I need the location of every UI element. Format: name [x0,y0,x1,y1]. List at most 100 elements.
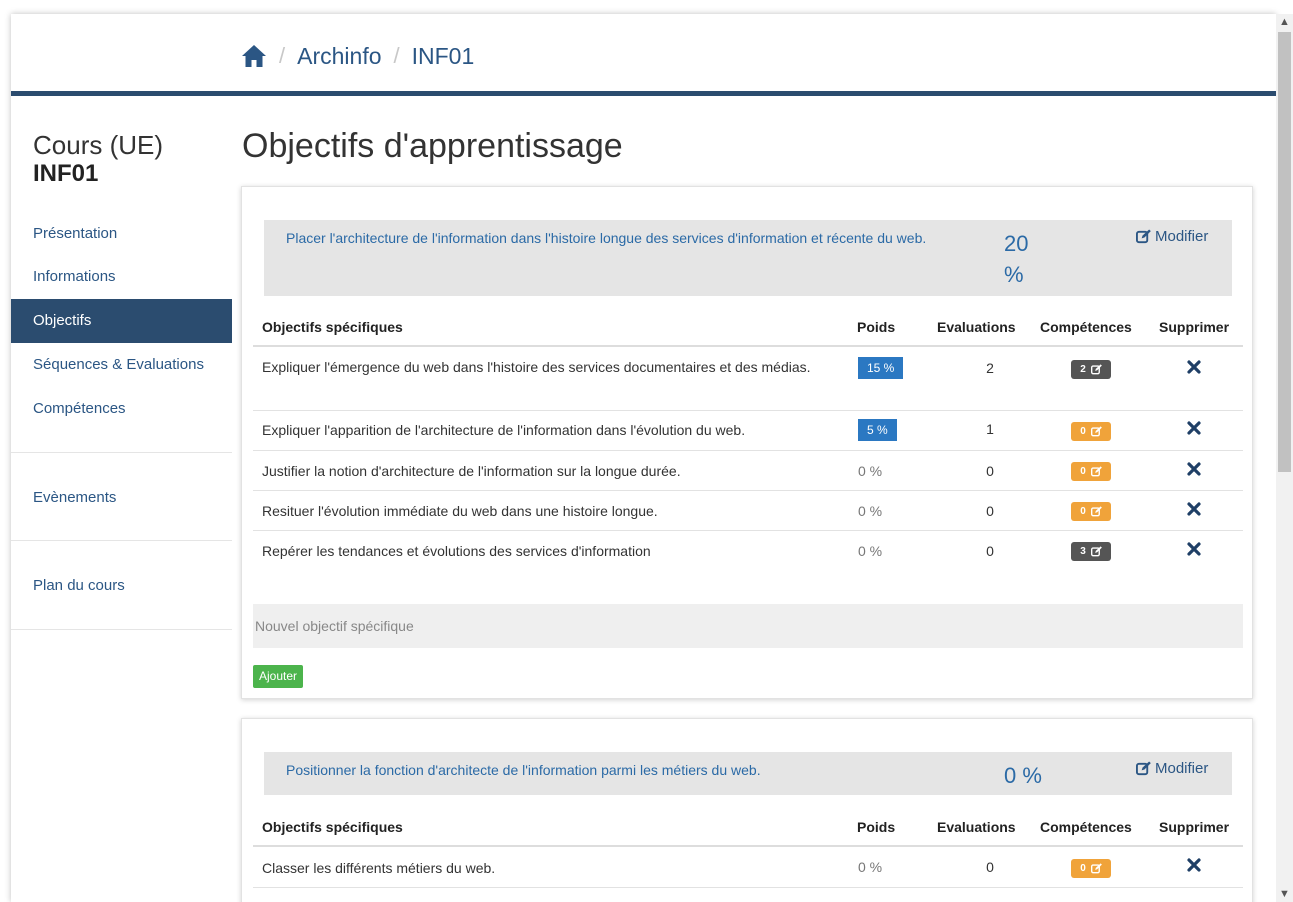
table-row: Expliquer l'émergence du web dans l'hist… [253,347,1243,411]
weight-badge: 15 % [858,357,904,379]
modify-label: Modifier [1155,228,1209,245]
column-header-competences: Compétences [1040,819,1132,835]
objective-title: Placer l'architecture de l'information d… [286,230,927,246]
table-row: Justifier la notion d'architecture de l'… [253,451,1243,491]
course-label: Cours (UE) [33,130,164,160]
table-row: Expliquer l'apparition de l'architecture… [253,411,1243,451]
scrollbar-thumb[interactable] [1278,32,1291,472]
sidebar-item-competences[interactable]: Compétences [11,387,232,431]
sidebar-item-objectifs[interactable]: Objectifs [11,299,232,343]
column-header-supprimer: Supprimer [1159,319,1230,335]
breadcrumb-item-course[interactable]: INF01 [412,43,475,70]
competence-count: 0 [1080,506,1086,517]
breadcrumb-separator: / [393,43,400,68]
objective-weight: 20 % [1004,228,1054,290]
competence-badge[interactable]: 0 [1071,422,1111,441]
edit-icon [1090,546,1102,557]
weight-value: 0 % [858,543,883,559]
page-title: Objectifs d'apprentissage [242,127,623,165]
sidebar-item-informations[interactable]: Informations [11,255,232,299]
scroll-up-icon[interactable]: ▲ [1276,14,1293,30]
course-code: INF01 [33,160,99,187]
competence-badge[interactable]: 0 [1071,462,1111,481]
specific-objective-name: Repérer les tendances et évolutions des … [262,543,651,559]
new-specific-objective-input[interactable] [253,604,1243,648]
edit-icon [1090,426,1102,437]
specific-objective-name: Justifier la notion d'architecture de l'… [262,463,681,479]
top-bar: / Archinfo / INF01 [11,14,1276,96]
specific-objective-name: Classer les différents métiers du web. [262,860,496,876]
weight-value: 0 % [858,463,883,479]
table-row: Repérer les tendances et évolutions des … [253,531,1243,571]
competence-badge[interactable]: 3 [1071,542,1111,561]
add-button[interactable]: Ajouter [253,665,304,688]
column-header-supprimer: Supprimer [1159,819,1230,835]
sidebar-item-evenements[interactable]: Evènements [11,476,232,520]
close-icon[interactable] [1187,858,1201,872]
sidebar-item-presentation[interactable]: Présentation [11,212,232,256]
close-icon[interactable] [1187,542,1201,556]
competence-badge[interactable]: 2 [1071,360,1111,379]
specific-objective-name: Resituer l'évolution immédiate du web da… [262,503,658,519]
evaluation-count: 1 [986,421,994,437]
sidebar-divider [11,629,232,630]
competence-count: 3 [1080,546,1086,557]
column-header-evaluations: Evaluations [937,319,1016,335]
close-icon[interactable] [1187,421,1201,435]
objective-header: Placer l'architecture de l'information d… [264,220,1232,296]
objective-panel: Placer l'architecture de l'information d… [241,186,1253,699]
breadcrumb-separator: / [279,43,286,68]
column-header-evaluations: Evaluations [937,819,1016,835]
table-row: Classer les différents métiers du web. 0… [253,847,1243,888]
objective-header: Positionner la fonction d'architecte de … [264,752,1232,795]
evaluation-count: 0 [986,503,994,519]
competence-count: 0 [1080,863,1086,874]
competence-count: 2 [1080,364,1086,375]
evaluation-count: 2 [986,360,994,376]
app-window: / Archinfo / INF01 Cours (UE) INF01 Prés… [11,14,1276,902]
sidebar-divider [11,540,232,541]
sidebar-item-plan[interactable]: Plan du cours [11,564,232,608]
edit-icon [1136,229,1151,244]
evaluation-count: 0 [986,543,994,559]
edit-icon [1090,466,1102,477]
modify-button[interactable]: Modifier [1136,760,1208,777]
scrollbar[interactable]: ▲ ▼ [1276,14,1293,902]
column-header-objectifs: Objectifs spécifiques [262,319,403,335]
column-header-poids: Poids [857,819,896,835]
objective-weight-unit: % [1004,262,1024,287]
breadcrumb: / Archinfo / INF01 [241,40,474,72]
weight-badge: 5 % [858,419,897,441]
competence-badge[interactable]: 0 [1071,859,1111,878]
close-icon[interactable] [1187,360,1201,374]
edit-icon [1090,863,1102,874]
evaluation-count: 0 [986,859,994,875]
table-row: Resituer l'évolution immédiate du web da… [253,491,1243,531]
column-header-objectifs: Objectifs spécifiques [262,819,403,835]
objective-title: Positionner la fonction d'architecte de … [286,762,761,778]
edit-icon [1090,364,1102,375]
home-icon[interactable] [241,44,267,68]
competence-count: 0 [1080,466,1086,477]
competence-badge[interactable]: 0 [1071,502,1111,521]
edit-icon [1136,761,1151,776]
weight-value: 0 % [858,503,883,519]
objective-weight-value: 20 [1004,231,1029,256]
column-header-competences: Compétences [1040,319,1132,335]
objective-weight: 0 % [1004,763,1042,788]
sidebar-item-sequences[interactable]: Séquences & Evaluations [11,343,232,387]
specific-objective-name: Expliquer l'apparition de l'architecture… [262,422,746,438]
column-header-poids: Poids [857,319,896,335]
close-icon[interactable] [1187,462,1201,476]
breadcrumb-item-archinfo[interactable]: Archinfo [297,43,381,70]
specific-objective-name: Expliquer l'émergence du web dans l'hist… [262,359,811,375]
modify-button[interactable]: Modifier [1136,228,1208,245]
modify-label: Modifier [1155,760,1209,777]
edit-icon [1090,506,1102,517]
objective-panel: Positionner la fonction d'architecte de … [241,718,1253,902]
close-icon[interactable] [1187,502,1201,516]
weight-value: 0 % [858,859,883,875]
evaluation-count: 0 [986,463,994,479]
scroll-down-icon[interactable]: ▼ [1276,886,1293,902]
competence-count: 0 [1080,426,1086,437]
